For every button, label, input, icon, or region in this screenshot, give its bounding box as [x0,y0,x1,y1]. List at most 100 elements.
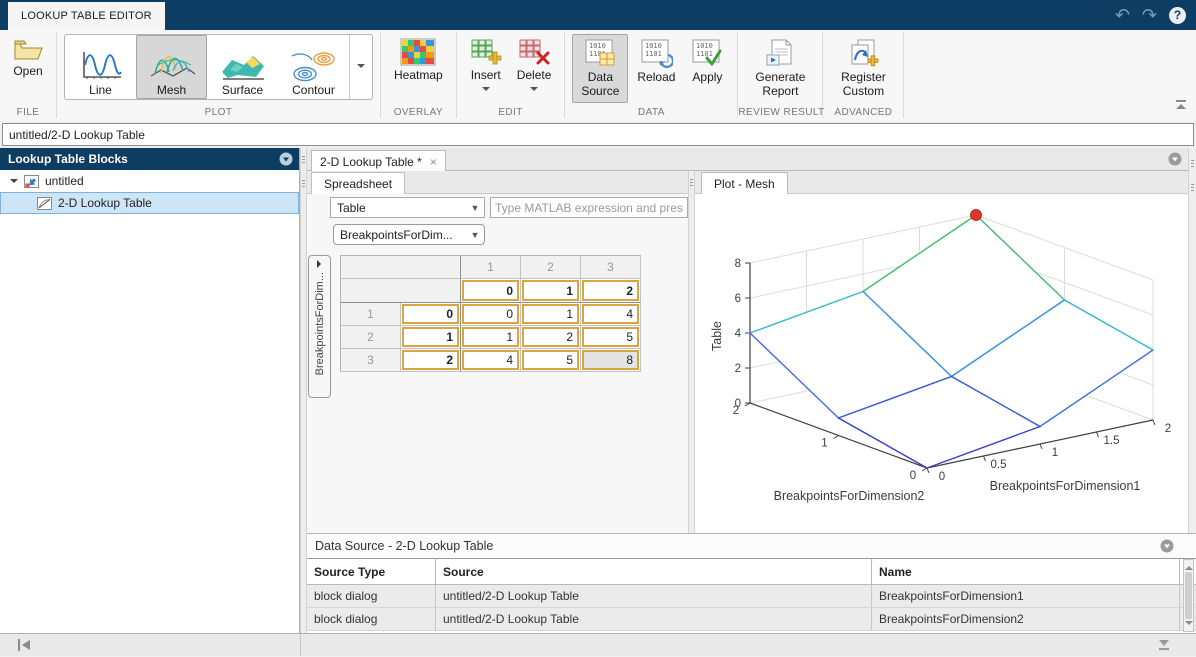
row-breakpoint-cell[interactable]: 2 [401,349,461,372]
scroll-up-icon[interactable] [1185,562,1193,570]
heatmap-button[interactable]: Heatmap [388,34,449,87]
vertical-splitter[interactable] [300,148,307,633]
datasource-column-header[interactable]: Name [872,559,1180,584]
column-header-cell[interactable]: 1 [461,256,521,279]
status-bar [0,633,1196,656]
undo-icon[interactable]: ↶ [1115,6,1130,24]
tree-item-2d-lookup-table[interactable]: 2-D Lookup Table [0,192,299,214]
datasource-column-header[interactable]: Source Type [307,559,436,584]
column-header-cell[interactable]: 2 [521,256,581,279]
plot-type-gallery: Line Mesh [64,34,373,100]
table-value-cell[interactable]: 1 [521,303,581,326]
column-breakpoint-cell[interactable]: 1 [521,279,581,303]
column-breakpoint-cell[interactable]: 0 [461,279,521,303]
scroll-down-icon[interactable] [1185,621,1193,629]
plot-type-surface[interactable]: Surface [207,35,278,99]
datasource-cell: untitled/2-D Lookup Table [436,608,872,630]
data-source-scrollbar[interactable] [1183,559,1194,632]
tick-label: 1 [821,438,827,450]
ribbon-group-data: 1010 1101 Data Source 1010 1101 Reload [565,30,737,121]
help-icon[interactable]: ? [1169,7,1186,24]
datasource-cell: block dialog [307,608,436,630]
document-tab-2d-lookup-table[interactable]: 2-D Lookup Table * × [311,150,446,172]
breakpoint-selector-dropdown[interactable]: BreakpointsForDim... ▼ [333,224,485,245]
scroll-thumb[interactable] [1185,572,1192,619]
tick-label: 2 [735,363,741,375]
collapsed-pane-label: BreakpointsForDim... [314,272,326,375]
heatmap-icon [400,38,436,66]
open-button[interactable]: Open [7,34,49,83]
reload-button[interactable]: 1010 1101 Reload [631,34,681,89]
tick-label: 2 [1165,423,1171,435]
table-value-cell[interactable]: 8 [581,349,641,372]
contour-plot-icon [290,50,338,82]
right-edge-splitter[interactable] [1188,148,1196,533]
row-breakpoint-cell[interactable]: 0 [401,303,461,326]
table-value-cell[interactable]: 1 [461,326,521,349]
titlebar: LOOKUP TABLE EDITOR ↶ ↷ ? [0,0,1196,30]
matlab-expression-input[interactable] [490,197,688,218]
tab-spreadsheet[interactable]: Spreadsheet [311,172,405,195]
folder-open-icon [13,38,43,62]
document-tab-label: 2-D Lookup Table * [320,155,422,169]
table-value-cell[interactable]: 5 [521,349,581,372]
row-breakpoint-cell[interactable]: 1 [401,326,461,349]
tick-label: 0 [939,471,945,483]
ribbon-group-advanced: Register Custom ADVANCED [823,30,903,121]
collapse-panel-icon[interactable] [279,152,293,166]
table-value-cell[interactable]: 4 [461,349,521,372]
vertical-splitter[interactable] [688,171,695,533]
table-selector-dropdown[interactable]: Table ▼ [330,197,485,218]
ribbon-toolbar: Open FILE Line [0,30,1196,122]
collapse-left-icon [16,638,32,652]
tab-plot-mesh[interactable]: Plot - Mesh [701,172,788,195]
minimize-ribbon-button[interactable] [1174,98,1188,117]
column-header-cell[interactable]: 3 [581,256,641,279]
table-value-cell[interactable]: 5 [581,326,641,349]
column-breakpoint-cell[interactable]: 2 [581,279,641,303]
table-value-cell[interactable]: 2 [521,326,581,349]
collapse-document-icon[interactable] [1168,152,1182,166]
data-source-button[interactable]: 1010 1101 Data Source [572,34,628,103]
surface-plot-icon [220,52,266,82]
close-tab-icon[interactable]: × [430,155,437,169]
mesh-plot[interactable]: 0246800.511.52012BreakpointsForDimension… [695,194,1188,533]
plot-type-line[interactable]: Line [65,35,136,99]
collapse-sidebar-button[interactable] [16,638,32,657]
gallery-dropdown-button[interactable] [349,35,372,99]
tree-item-label: 2-D Lookup Table [58,196,152,210]
block-path-field[interactable]: untitled/2-D Lookup Table [2,123,1194,146]
collapsed-breakpoints-pane[interactable]: BreakpointsForDim... [308,255,331,398]
tick-label: 1.5 [1104,435,1120,447]
lookup-table-block-icon [37,197,52,210]
redo-icon[interactable]: ↷ [1142,6,1157,24]
insert-button[interactable]: Insert [464,34,508,99]
plot-type-mesh[interactable]: Mesh [136,35,207,99]
collapse-data-source-icon[interactable] [1160,539,1174,553]
row-header-cell[interactable]: 3 [341,349,401,372]
datasource-column-header[interactable]: Source [436,559,872,584]
toolstrip-tab-lookup-table-editor[interactable]: LOOKUP TABLE EDITOR [8,2,165,30]
lookup-table-grid: 123012100142112532458 [340,255,641,372]
y-axis-label: BreakpointsForDimension2 [774,489,925,503]
tree-item-untitled[interactable]: untitled [0,170,299,192]
delete-button[interactable]: Delete [511,34,558,99]
row-header-cell[interactable]: 2 [341,326,401,349]
table-value-cell[interactable]: 4 [581,303,641,326]
row-header-cell[interactable]: 1 [341,303,401,326]
apply-button[interactable]: 1010 1101 Apply [684,34,730,89]
datasource-row[interactable]: block dialoguntitled/2-D Lookup TableBre… [307,585,1196,608]
plot-type-contour[interactable]: Contour [278,35,349,99]
register-custom-button[interactable]: Register Custom [830,34,896,103]
tick-label: 0.5 [991,459,1007,471]
data-source-panel: Data Source - 2-D Lookup Table Source Ty… [307,533,1196,633]
document-tab-bar: 2-D Lookup Table * × [307,148,1196,171]
collapse-bottom-panel-button[interactable] [1156,638,1172,657]
chevron-down-icon: ▼ [466,203,484,213]
tree-expand-icon[interactable] [10,179,18,187]
generate-report-button[interactable]: Generate Report [745,34,815,103]
table-value-cell[interactable]: 0 [461,303,521,326]
tick-label: 0 [910,470,916,482]
mesh-plot-panel: 0246800.511.52012BreakpointsForDimension… [695,194,1188,533]
datasource-row[interactable]: block dialoguntitled/2-D Lookup TableBre… [307,608,1196,631]
